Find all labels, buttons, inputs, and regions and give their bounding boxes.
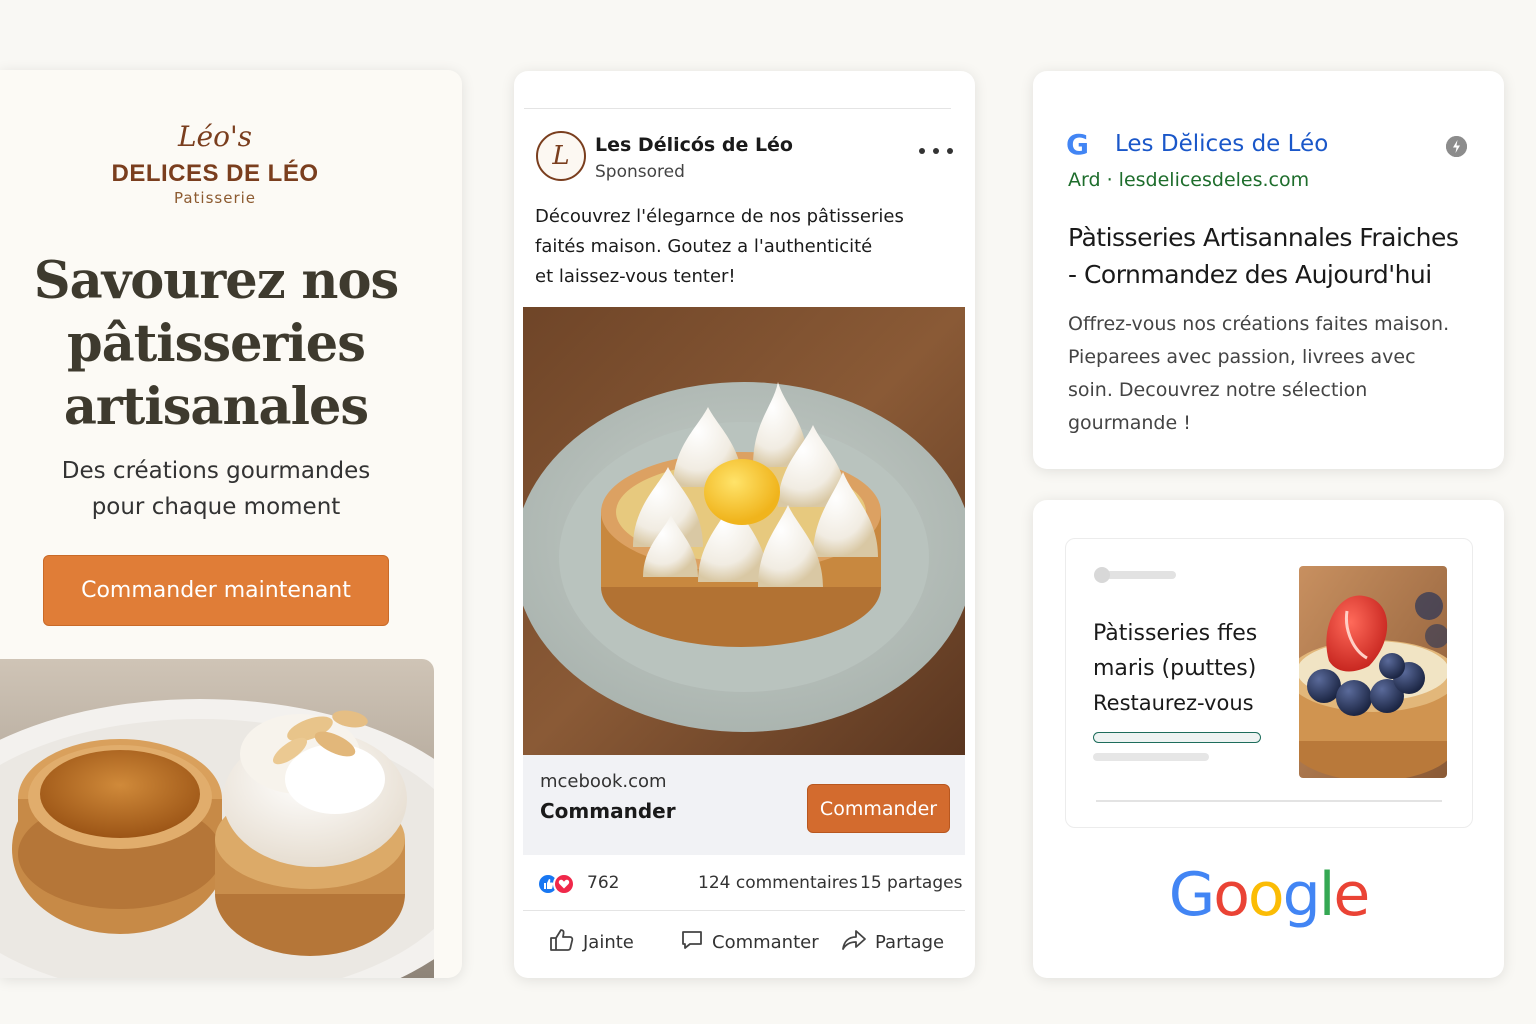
brand-logo-subtitle: Patisserie <box>173 189 257 207</box>
subheadline-line: pour chaque moment <box>91 494 341 520</box>
share-action-button[interactable]: Partage <box>841 927 944 957</box>
placeholder-bar <box>1106 571 1176 579</box>
banner-headline: Savourez nos pâtisseries artisanales <box>0 250 432 439</box>
placeholder-input-bar <box>1093 732 1261 743</box>
headline-line: Pàtisseries Artisannales Fraiches <box>1068 223 1459 252</box>
post-image[interactable] <box>523 307 965 755</box>
shares-count[interactable]: 15 partages <box>860 873 962 893</box>
like-action-button[interactable]: Jainte <box>549 927 634 957</box>
love-reaction-icon <box>553 873 575 895</box>
placeholder-text-bar <box>1093 753 1209 761</box>
ad-headline-link[interactable]: Pàtisseries Artisannales Fraiches - Corn… <box>1068 219 1488 293</box>
brand-logo-name: DELICES DE LÉO <box>111 160 319 187</box>
title-line: Pàtisseries ffes <box>1093 621 1258 646</box>
google-logo: Google <box>1033 860 1504 930</box>
display-url[interactable]: lesdelicesdeles.com <box>1119 169 1309 191</box>
info-icon[interactable] <box>1446 136 1467 157</box>
post-text-line: faités maison. Goutez a l'authenticité <box>535 236 873 257</box>
display-ad-preview[interactable]: Pàtisseries ffes maris (pɯttes) Restaure… <box>1065 538 1473 828</box>
headline-line: Savourez nos <box>33 251 399 311</box>
post-text-line: Découvrez l'élegarnce de nos pâtisseries <box>535 206 904 227</box>
display-ad-title: Pàtisseries ffes maris (pɯttes) <box>1093 616 1293 686</box>
link-domain: mcebook.com <box>540 771 667 792</box>
comments-count[interactable]: 124 commentaires <box>698 873 858 893</box>
page-avatar[interactable]: L <box>536 131 586 181</box>
link-preview[interactable]: mcebook.com Commander Commander <box>523 755 965 855</box>
divider <box>524 108 951 109</box>
separator: · <box>1100 169 1119 191</box>
display-banner-ad: Léo's DELICES DE LÉO Patisserie Savourez… <box>0 70 462 978</box>
link-title: Commander <box>540 799 676 823</box>
post-actions: Jainte Commanter Partage <box>523 911 965 975</box>
ad-label: Ard <box>1068 169 1101 191</box>
description-line: gourmande ! <box>1068 412 1191 434</box>
google-logo-letter: l <box>1318 860 1336 930</box>
reactions-count[interactable]: 762 <box>587 873 619 893</box>
ad-description: Offrez-vous nos créations faites maison.… <box>1068 308 1488 440</box>
headline-line: pâtisseries <box>67 314 366 374</box>
ad-url-line: Ard · lesdelicesdeles.com <box>1068 169 1309 191</box>
divider <box>1096 800 1442 802</box>
banner-subheadline: Des créations gourmandes pour chaque mom… <box>40 453 392 525</box>
description-line: Pieparees avec passion, livrees avec <box>1068 346 1416 368</box>
comment-action-button[interactable]: Commanter <box>680 927 819 957</box>
berry-tart-photo <box>1299 566 1447 778</box>
reactions[interactable] <box>537 873 575 895</box>
share-icon <box>841 928 875 957</box>
description-line: soin. Decouvrez notre sélection <box>1068 379 1368 401</box>
description-line: Offrez-vous nos créations faites maison. <box>1068 313 1450 335</box>
brand-logo-script: Léo's <box>177 120 253 153</box>
facebook-ad-card: L Les Délicós de Léo Sponsored Découvrez… <box>514 71 975 978</box>
title-line: maris (pɯttes) <box>1093 656 1257 681</box>
advertiser-name-link[interactable]: Les Dĕlices de Léo <box>1115 131 1328 157</box>
order-button[interactable]: Commander <box>807 784 950 833</box>
share-action-label: Partage <box>875 931 945 953</box>
post-text: Découvrez l'élegarnce de nos pâtisseries… <box>535 202 955 292</box>
google-logo-letter: o <box>1213 860 1250 930</box>
comment-action-label: Commanter <box>712 931 819 953</box>
google-logo-letter: o <box>1247 860 1285 930</box>
page-name[interactable]: Les Délicós de Léo <box>595 134 793 156</box>
pastry-photo <box>0 659 434 978</box>
like-action-label: Jainte <box>583 931 634 953</box>
subheadline-line: Des créations gourmandes <box>61 458 371 484</box>
google-logo-letter: g <box>1282 860 1321 930</box>
sponsored-label: Sponsored <box>595 162 685 182</box>
headline-line: artisanales <box>63 377 369 437</box>
google-logo-letter: G <box>1168 860 1215 930</box>
more-options-icon[interactable] <box>919 136 953 166</box>
google-display-ad-card: Pàtisseries ffes maris (pɯttes) Restaure… <box>1033 500 1504 978</box>
placeholder-dot <box>1094 567 1110 583</box>
google-logo-letter: e <box>1333 860 1370 930</box>
google-g-icon: G <box>1066 128 1089 161</box>
display-ad-subtitle: Restaurez-vous <box>1093 691 1254 715</box>
google-search-ad-card: G Les Dĕlices de Léo Ard · lesdelicesdel… <box>1033 71 1504 469</box>
thumbs-up-icon <box>549 928 583 957</box>
comment-icon <box>680 928 712 957</box>
post-text-line: et laissez-vous tenter! <box>535 266 736 287</box>
engagement-stats: 762 124 commentaires 15 partages <box>523 855 965 911</box>
order-now-button[interactable]: Commander maintenant <box>43 555 389 626</box>
headline-line: - Cornmandez des Aujourd'hui <box>1068 260 1432 289</box>
